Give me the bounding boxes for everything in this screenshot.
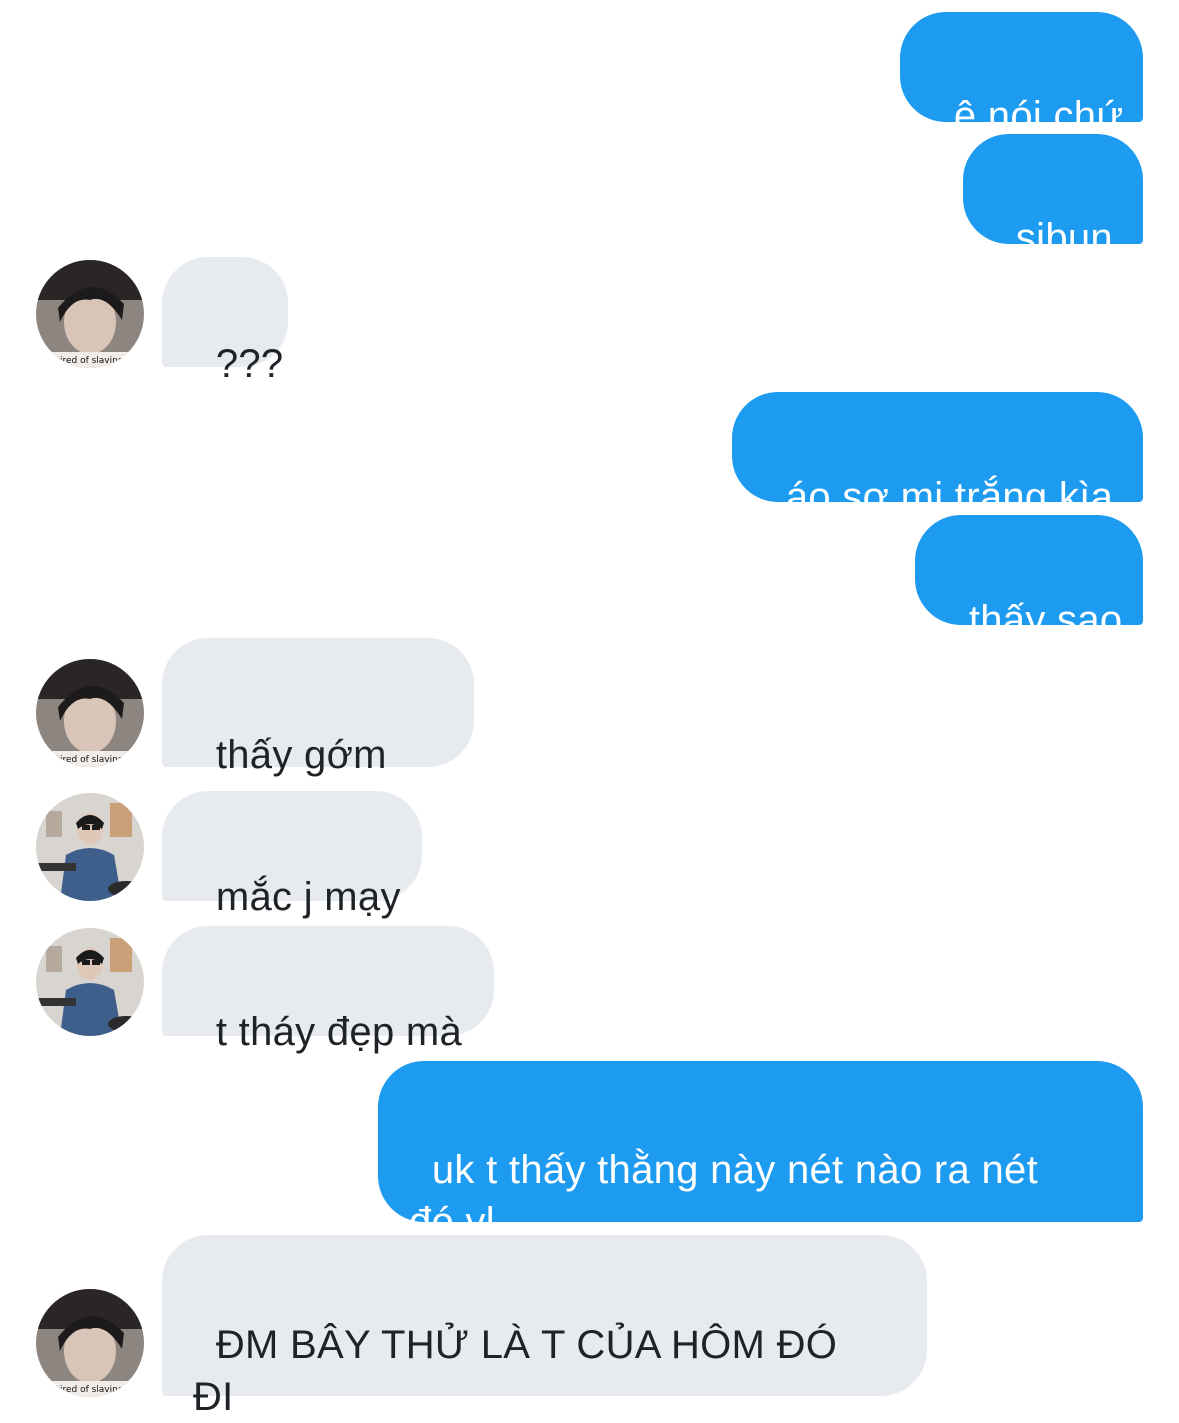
message-text: ???	[215, 342, 284, 386]
message-text: ĐM BÂY THỬ LÀ T CỦA HÔM ĐÓ ĐI	[193, 1323, 838, 1419]
message-text: sibun	[1015, 216, 1113, 260]
message-sent[interactable]: áo sơ mi trắng kìa	[732, 392, 1143, 519]
avatar-caption: tired of slaving	[56, 356, 123, 366]
avatar[interactable]	[36, 793, 144, 901]
message-text: uk t thấy thằng này nét nào ra nét đó vl	[409, 1148, 1039, 1244]
avatar-portrait-icon: tired of slaving	[36, 260, 144, 368]
message-text: ê nói chứ	[953, 94, 1124, 138]
message-text: thấy gớm	[215, 733, 387, 777]
message-text: áo sơ mi trắng kìa	[785, 475, 1114, 519]
avatar[interactable]: tired of slaving	[36, 1289, 144, 1397]
message-received[interactable]: ĐM BÂY THỬ LÀ T CỦA HÔM ĐÓ ĐI	[162, 1235, 927, 1419]
message-text: mắc j mạy	[215, 875, 401, 919]
message-sent[interactable]: ê nói chứ	[900, 12, 1143, 138]
message-sent[interactable]: uk t thấy thằng này nét nào ra nét đó vl	[378, 1061, 1143, 1244]
avatar-caption: tired of slaving	[56, 755, 123, 765]
avatar-portrait-icon: tired of slaving	[36, 1289, 144, 1397]
message-received[interactable]: t tháy đẹp mà	[162, 926, 494, 1054]
avatar-portrait-icon: tired of slaving	[36, 659, 144, 767]
message-text: thấy sao	[968, 598, 1123, 642]
avatar-portrait-icon	[36, 793, 144, 901]
avatar[interactable]: tired of slaving	[36, 659, 144, 767]
message-received[interactable]: ???	[162, 257, 288, 386]
message-received[interactable]: mắc j mạy	[162, 791, 422, 919]
message-sent[interactable]: sibun	[963, 134, 1143, 260]
message-text: t tháy đẹp mà	[215, 1010, 463, 1054]
message-received[interactable]: thấy gớm	[162, 638, 474, 872]
avatar[interactable]	[36, 928, 144, 1036]
avatar-portrait-icon	[36, 928, 144, 1036]
avatar-caption: tired of slaving	[56, 1385, 123, 1395]
message-sent[interactable]: thấy sao	[915, 515, 1143, 642]
avatar[interactable]: tired of slaving	[36, 260, 144, 368]
